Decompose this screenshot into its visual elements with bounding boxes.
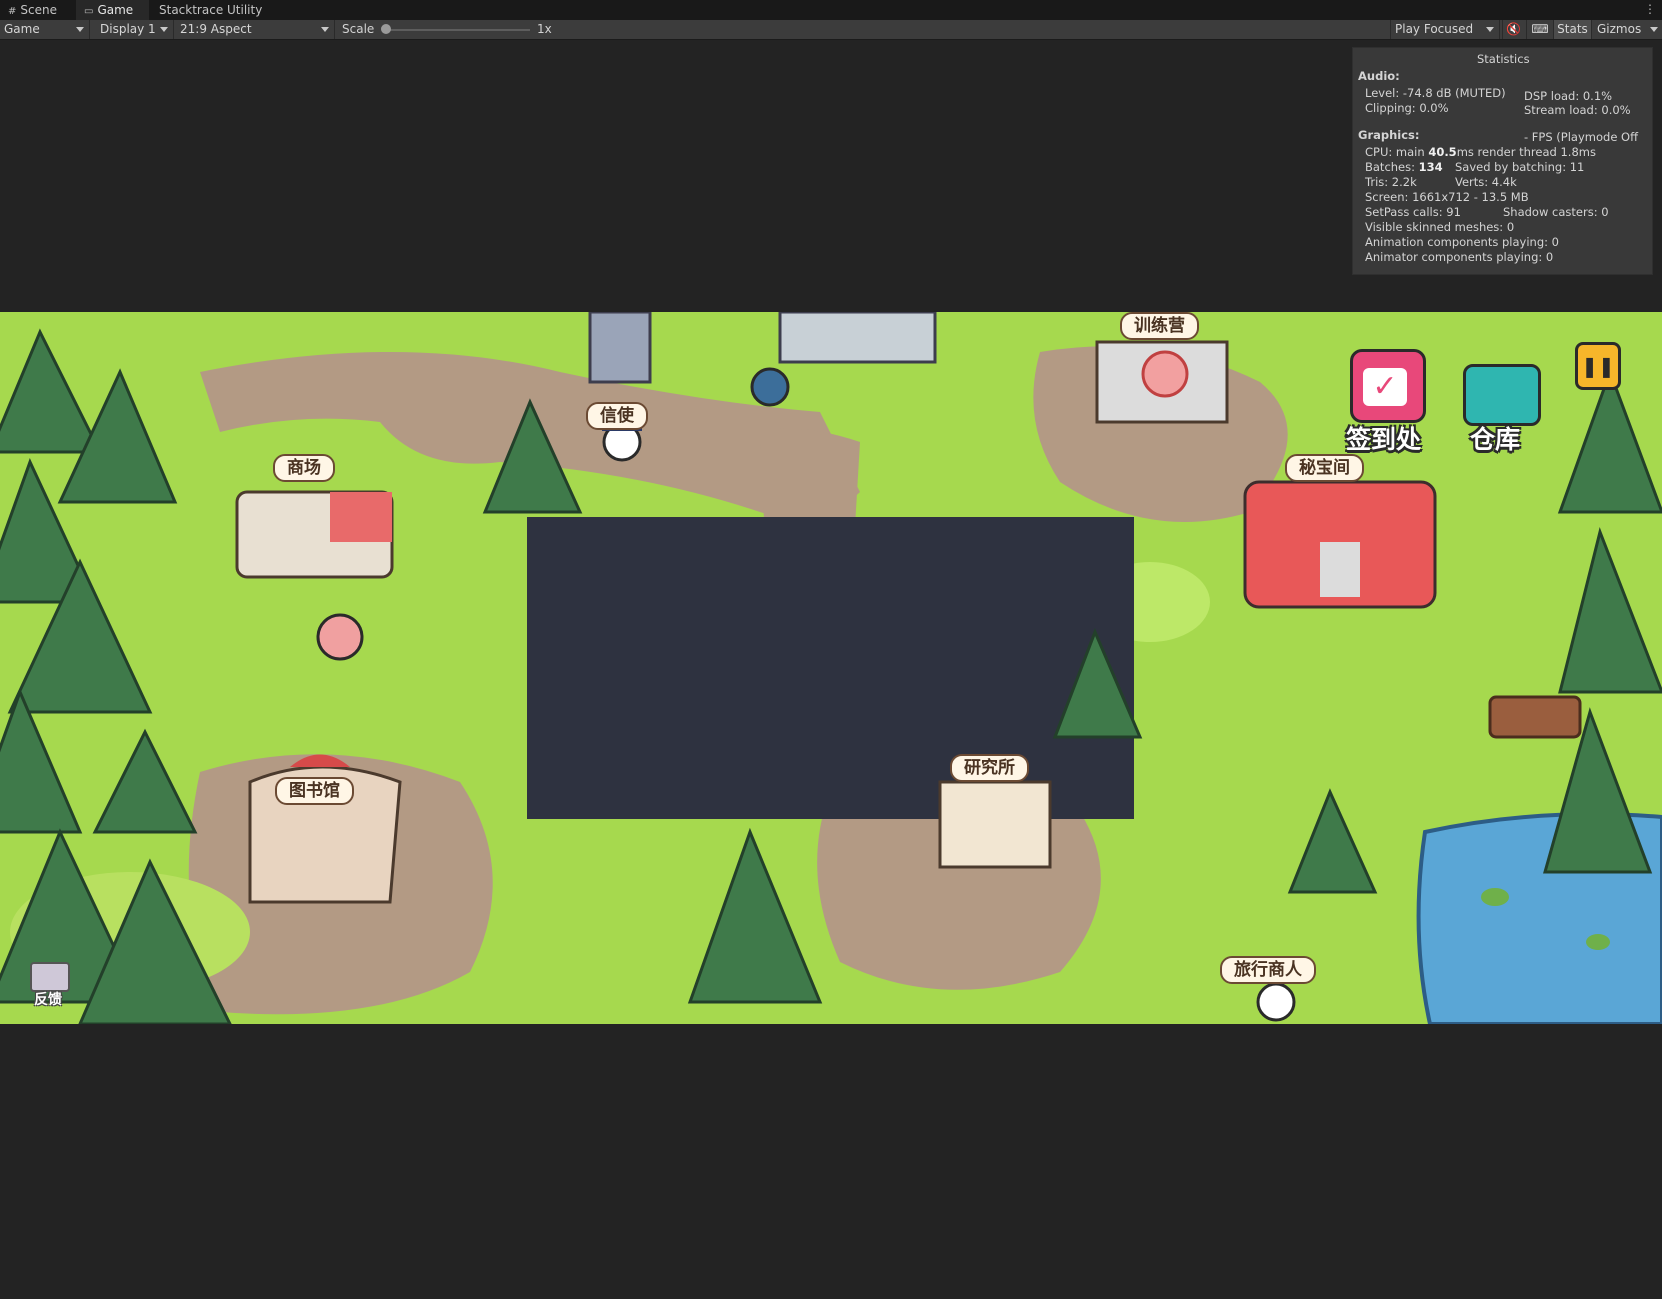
editor-tab-bar: # Scene ▭ Game Stacktrace Utility ⋮ (0, 0, 1662, 21)
gamepad-icon: ▭ (84, 6, 94, 17)
game-view-toolbar: Game Display 1 21:9 Aspect Scale 1x Play… (0, 20, 1662, 40)
mute-audio-button[interactable]: 🔇 (1502, 20, 1524, 39)
animator-components-readout: Animator components playing: 0 (1365, 250, 1554, 264)
setpass-readout: SetPass calls: 91 (1365, 205, 1461, 219)
warehouse-label: 仓库 (1470, 425, 1521, 454)
tab-scene-label: Scene (20, 3, 57, 17)
fps-readout: - FPS (Playmode Off (1524, 130, 1639, 144)
gizmos-dropdown[interactable]: Gizmos (1591, 20, 1662, 39)
stream-load: Stream load: 0.0% (1524, 103, 1631, 117)
keyboard-shortcuts-button[interactable]: ⌨ (1526, 20, 1553, 39)
sign-treasure-room[interactable]: 秘宝间 (1285, 454, 1364, 482)
sign-training-camp[interactable]: 训练营 (1120, 312, 1199, 340)
cpu-main-value: 40.5 (1428, 145, 1457, 159)
gizmos-label: Gizmos (1597, 22, 1642, 36)
tab-scene[interactable]: # Scene (0, 0, 76, 20)
view-dropdown[interactable]: Game (0, 20, 90, 39)
tab-game-label: Game (97, 3, 134, 17)
aspect-dropdown[interactable]: 21:9 Aspect (176, 20, 335, 39)
skinned-meshes-readout: Visible skinned meshes: 0 (1365, 220, 1515, 234)
tab-game[interactable]: ▭ Game (76, 0, 149, 20)
view-dropdown-label: Game (4, 22, 40, 36)
sign-messenger[interactable]: 信使 (586, 402, 648, 430)
stats-toggle-button[interactable]: Stats (1553, 20, 1591, 39)
scale-slider[interactable] (385, 29, 530, 31)
graphics-header: Graphics: (1358, 128, 1420, 142)
keyboard-icon: ⌨ (1531, 22, 1549, 36)
batches-value: 134 (1418, 160, 1443, 174)
sign-traveling-merchant[interactable]: 旅行商人 (1220, 956, 1316, 984)
chevron-down-icon (321, 27, 329, 32)
dsp-load: DSP load: 0.1% (1524, 89, 1613, 103)
sign-mall[interactable]: 商场 (273, 454, 335, 482)
batches-readout: Batches: 134 (1365, 160, 1443, 174)
checkin-calendar-icon[interactable]: ✓ (1350, 349, 1426, 423)
audio-header: Audio: (1358, 69, 1400, 83)
cpu-readout: CPU: main 40.5ms render thread 1.8ms (1365, 145, 1596, 159)
sign-library[interactable]: 图书馆 (275, 777, 354, 805)
grid-icon: # (8, 6, 17, 17)
chevron-down-icon (76, 27, 84, 32)
display-dropdown-label: Display 1 (100, 22, 156, 36)
tab-stacktrace-label: Stacktrace Utility (159, 3, 263, 17)
statistics-panel: Statistics Audio: Level: -74.8 dB (MUTED… (1352, 47, 1653, 275)
audio-clipping: Clipping: 0.0% (1365, 101, 1449, 115)
chevron-down-icon (1486, 27, 1494, 32)
display-dropdown[interactable]: Display 1 (96, 20, 174, 39)
verts-readout: Verts: 4.4k (1455, 175, 1517, 189)
chevron-down-icon (160, 27, 168, 32)
more-options-icon[interactable]: ⋮ (1644, 2, 1656, 16)
screen-readout: Screen: 1661x712 - 13.5 MB (1365, 190, 1529, 204)
tab-stacktrace-utility[interactable]: Stacktrace Utility (151, 0, 271, 20)
scale-label: Scale (342, 22, 375, 36)
feedback-label: 反馈 (34, 992, 62, 1008)
animation-components-readout: Animation components playing: 0 (1365, 235, 1559, 249)
speaker-muted-icon: 🔇 (1506, 22, 1521, 36)
feedback-mail-icon[interactable] (30, 962, 70, 992)
cpu-render-thread: ms render thread 1.8ms (1456, 145, 1596, 159)
chevron-down-icon (1650, 27, 1658, 32)
sign-research-institute[interactable]: 研究所 (950, 754, 1029, 782)
audio-level: Level: -74.8 dB (MUTED) (1365, 86, 1506, 100)
batches-label: Batches: (1365, 160, 1419, 174)
shadow-casters-readout: Shadow casters: 0 (1503, 205, 1609, 219)
scale-slider-handle[interactable] (381, 24, 391, 34)
checkin-label: 签到处 (1346, 425, 1422, 454)
aspect-dropdown-label: 21:9 Aspect (180, 22, 252, 36)
tris-readout: Tris: 2.2k (1365, 175, 1417, 189)
pause-button[interactable]: ❚❚ (1575, 342, 1621, 390)
play-mode-dropdown[interactable]: Play Focused (1390, 20, 1500, 39)
warehouse-chest-icon[interactable] (1463, 364, 1541, 426)
cpu-label: CPU: main (1365, 145, 1429, 159)
game-viewport[interactable]: ✓ ❚❚ 签到处 仓库 反馈 训练营 信使 商场 秘宝间 图书馆 研究所 旅行商… (0, 312, 1662, 1024)
saved-by-batching: Saved by batching: 11 (1455, 160, 1585, 174)
play-mode-label: Play Focused (1395, 22, 1474, 36)
scale-value: 1x (537, 22, 552, 36)
stats-title: Statistics (1477, 52, 1530, 66)
pause-icon: ❚❚ (1581, 354, 1615, 378)
checkmark-icon: ✓ (1363, 368, 1407, 406)
